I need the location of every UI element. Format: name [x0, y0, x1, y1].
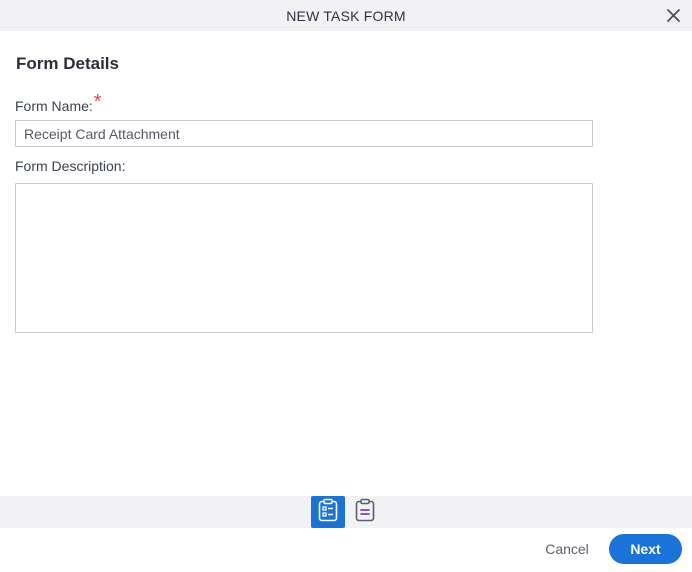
dialog-title: NEW TASK FORM — [286, 7, 406, 24]
next-button[interactable]: Next — [609, 534, 682, 564]
cancel-button[interactable]: Cancel — [536, 534, 598, 564]
step-form-list[interactable] — [348, 496, 382, 528]
section-title: Form Details — [16, 54, 119, 73]
form-name-input[interactable] — [15, 120, 593, 147]
form-name-label-text: Form Name: — [15, 98, 93, 114]
step-form-details[interactable] — [310, 496, 345, 528]
new-task-form-dialog: NEW TASK FORM Form Details Form Name:* F… — [0, 0, 692, 572]
close-icon[interactable] — [665, 7, 682, 24]
form-description-label: Form Description: — [15, 158, 126, 174]
form-name-label: Form Name:* — [15, 91, 102, 117]
form-description-input[interactable] — [15, 183, 593, 333]
form-list-icon — [354, 498, 376, 527]
required-marker: * — [93, 91, 102, 113]
dialog-titlebar: NEW TASK FORM — [0, 0, 692, 31]
form-details-icon — [317, 498, 339, 527]
step-navigation — [0, 496, 692, 528]
